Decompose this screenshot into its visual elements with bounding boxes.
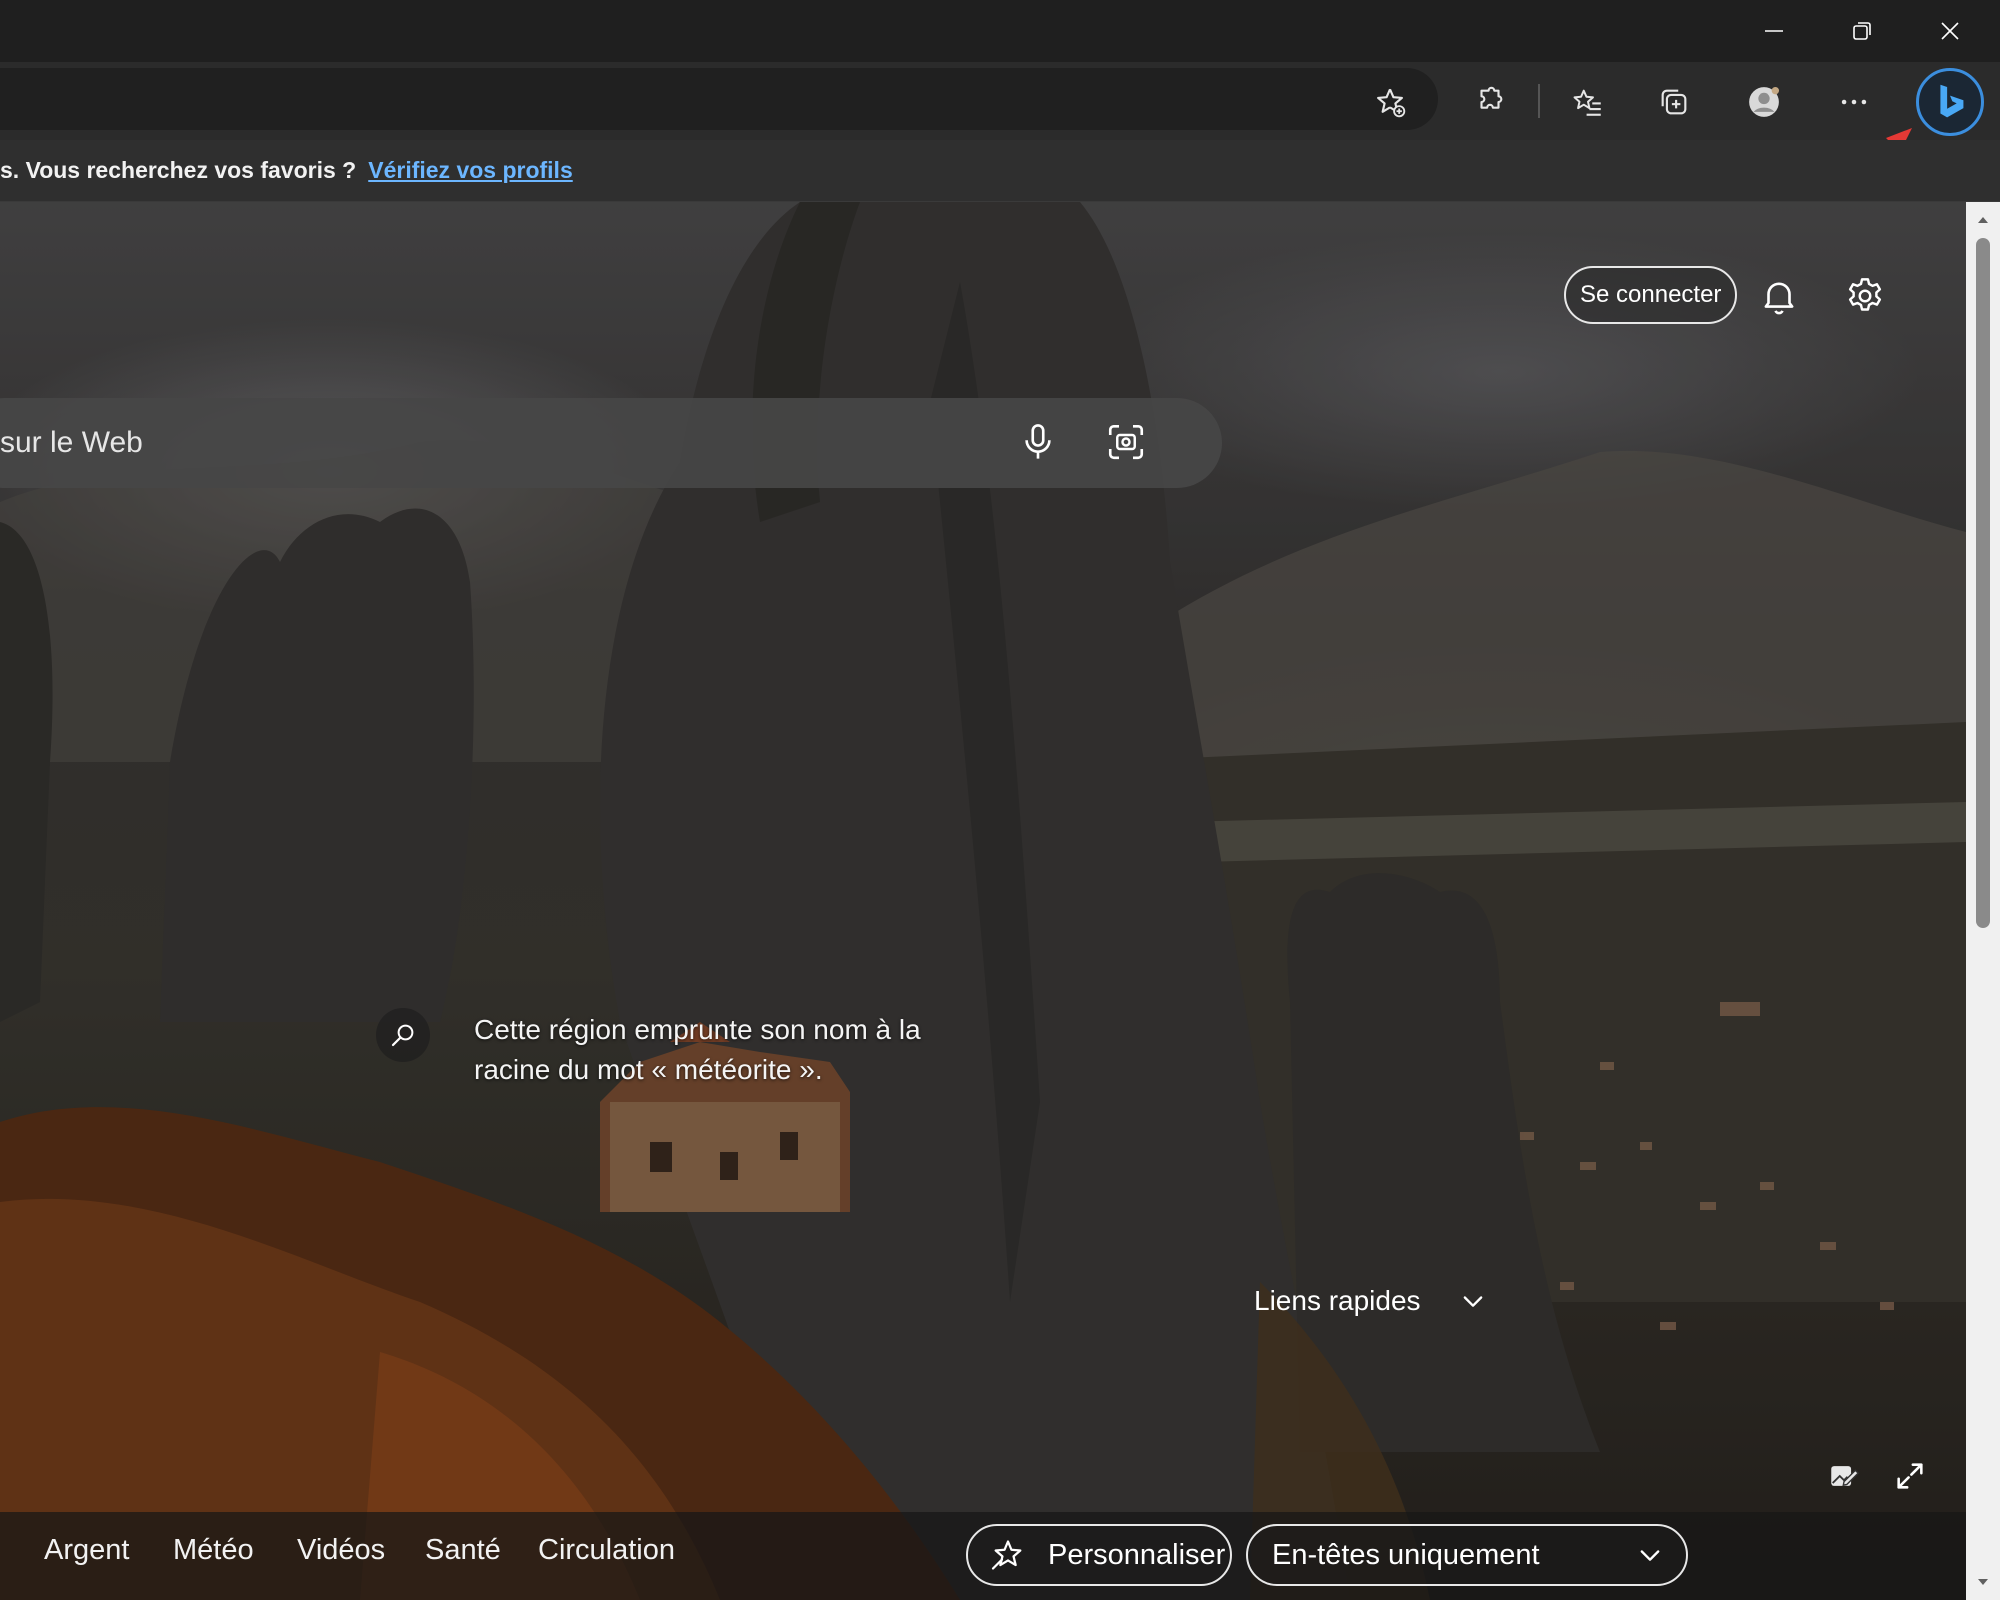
microphone-icon bbox=[1025, 424, 1051, 459]
personalize-label: Personnaliser bbox=[1048, 1538, 1226, 1571]
collections-icon bbox=[1661, 89, 1687, 115]
extensions-button[interactable] bbox=[1464, 76, 1516, 128]
gear-icon bbox=[1848, 278, 1882, 311]
search-input[interactable]: sur le Web bbox=[0, 398, 143, 488]
extensions-icon bbox=[1480, 86, 1503, 109]
toolbar-separator bbox=[1538, 84, 1540, 118]
sparkle-star-icon bbox=[991, 1540, 1022, 1570]
page-settings-button[interactable] bbox=[1837, 268, 1893, 324]
browser-toolbar bbox=[0, 62, 2000, 140]
personalize-button[interactable]: Personnaliser bbox=[966, 1524, 1232, 1586]
quick-links-toggle[interactable]: Liens rapides bbox=[1254, 1278, 1487, 1324]
web-search-box[interactable]: sur le Web bbox=[0, 398, 1222, 488]
nav-item-videos[interactable]: Vidéos bbox=[297, 1512, 385, 1588]
verify-profiles-link[interactable]: Vérifiez vos profils bbox=[368, 157, 573, 184]
add-favorite-button[interactable] bbox=[1364, 76, 1416, 128]
collections-button[interactable] bbox=[1648, 76, 1700, 128]
quick-links-label: Liens rapides bbox=[1254, 1285, 1421, 1316]
bing-copilot-icon bbox=[1940, 84, 1964, 118]
bell-icon bbox=[1764, 282, 1794, 315]
visual-search-button[interactable] bbox=[1098, 414, 1154, 470]
edit-image-icon bbox=[1831, 1466, 1860, 1487]
add-favorite-icon bbox=[1377, 88, 1406, 118]
expand-icon bbox=[1897, 1463, 1923, 1489]
title-bar bbox=[0, 0, 2000, 62]
visual-search-icon bbox=[1108, 424, 1144, 460]
close-button[interactable] bbox=[1906, 0, 1994, 62]
nav-item-meteo[interactable]: Météo bbox=[173, 1512, 254, 1588]
search-icon bbox=[391, 1024, 414, 1047]
scroll-down-icon[interactable] bbox=[1975, 1574, 1991, 1590]
address-bar[interactable] bbox=[0, 68, 1438, 130]
feed-view-select[interactable]: En-têtes uniquement bbox=[1246, 1524, 1688, 1586]
nav-item-circulation[interactable]: Circulation bbox=[538, 1512, 675, 1588]
profile-icon bbox=[1749, 86, 1780, 117]
restore-button[interactable] bbox=[1818, 0, 1906, 62]
voice-search-button[interactable] bbox=[1010, 414, 1066, 470]
expand-button[interactable] bbox=[1888, 1454, 1932, 1498]
scrollbar-thumb[interactable] bbox=[1976, 238, 1990, 928]
new-tab-page: Se connecter sur le Web Cette région emp… bbox=[0, 202, 1966, 1600]
profile-button[interactable] bbox=[1738, 76, 1790, 128]
feed-nav-bar: Argent Météo Vidéos Santé Circulation Pe… bbox=[0, 1512, 1966, 1600]
image-fact-text[interactable]: Cette région emprunte son nom à la racin… bbox=[474, 1010, 994, 1090]
image-info-search-button[interactable] bbox=[376, 1008, 430, 1062]
chevron-down-icon bbox=[1463, 1296, 1482, 1307]
favorites-icon bbox=[1573, 89, 1601, 116]
close-icon bbox=[1941, 22, 1959, 40]
minimize-button[interactable] bbox=[1730, 0, 1818, 62]
profile-info-bar: s. Vous recherchez vos favoris ? Vérifie… bbox=[0, 140, 2000, 202]
scroll-up-icon[interactable] bbox=[1975, 212, 1991, 228]
restore-icon bbox=[1853, 22, 1871, 40]
page-scrollbar[interactable] bbox=[1966, 202, 2000, 1600]
edit-background-button[interactable] bbox=[1822, 1454, 1866, 1498]
infobar-message: s. Vous recherchez vos favoris ? bbox=[0, 157, 357, 183]
favorites-button[interactable] bbox=[1562, 76, 1614, 128]
nav-item-argent[interactable]: Argent bbox=[44, 1512, 129, 1588]
minimize-icon bbox=[1765, 30, 1783, 32]
nav-item-sante[interactable]: Santé bbox=[425, 1512, 501, 1588]
chevron-down-icon bbox=[1640, 1550, 1660, 1561]
notifications-button[interactable] bbox=[1751, 268, 1807, 324]
sign-in-button[interactable]: Se connecter bbox=[1564, 266, 1738, 324]
feed-view-value: En-têtes uniquement bbox=[1272, 1538, 1540, 1571]
